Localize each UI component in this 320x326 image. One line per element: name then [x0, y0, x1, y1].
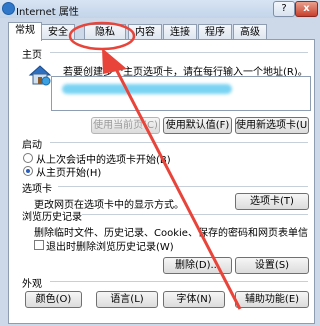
help-button[interactable]: ?: [273, 1, 295, 17]
tabs-section-title: 选项卡: [22, 184, 52, 195]
internet-options-icon: [2, 2, 15, 15]
use-new-tab-button[interactable]: 使用新选项卡(U): [235, 117, 309, 134]
startup-section-title: 启动: [22, 140, 42, 151]
homepage-section-title: 主页: [22, 50, 42, 61]
history-divider: [82, 214, 308, 215]
radio-homepage-label: 从主页开始(H): [36, 168, 102, 179]
history-section-title: 浏览历史记录: [22, 212, 82, 223]
homepage-divider: [50, 52, 308, 53]
startup-divider: [50, 142, 308, 143]
radio-homepage[interactable]: [23, 166, 33, 176]
tab-connections[interactable]: 连接: [163, 24, 197, 40]
tabs-divider: [58, 186, 308, 187]
tab-programs[interactable]: 程序: [198, 24, 232, 40]
tab-security[interactable]: 安全: [41, 24, 75, 40]
colors-button[interactable]: 颜色(O): [25, 291, 82, 308]
tab-advanced[interactable]: 高级: [233, 24, 267, 40]
use-default-button[interactable]: 使用默认值(F): [163, 117, 232, 134]
title-bar: Internet 属性 ? x: [0, 0, 318, 18]
tab-privacy[interactable]: 隐私: [84, 24, 126, 40]
redacted-url: [62, 84, 232, 94]
delete-on-exit-label: 退出时删除浏览历史记录(W): [46, 242, 174, 253]
window-title: Internet 属性: [16, 7, 79, 18]
history-description: 删除临时文件、历史记录、Cookie、保存的密码和网页表单信息。: [34, 228, 308, 239]
radio-last-session[interactable]: [23, 153, 33, 163]
tab-general[interactable]: 常规: [8, 22, 42, 41]
languages-button[interactable]: 语言(L): [96, 291, 158, 308]
fonts-button[interactable]: 字体(N): [163, 291, 225, 308]
use-current-button[interactable]: 使用当前页(C): [91, 117, 160, 134]
tabs-button[interactable]: 选项卡(T): [235, 193, 309, 210]
tab-strip: 常规 安全 隐私 内容 连接 程序 高级: [8, 22, 308, 41]
tab-content[interactable]: 内容: [128, 24, 162, 40]
close-button[interactable]: x: [295, 1, 318, 17]
accessibility-button[interactable]: 辅助功能(E): [235, 291, 309, 308]
appearance-section-title: 外观: [22, 279, 42, 290]
history-settings-button[interactable]: 设置(S): [235, 257, 309, 274]
delete-button[interactable]: 删除(D)...: [163, 257, 232, 274]
appearance-divider: [50, 281, 308, 282]
homepage-url-field[interactable]: [51, 76, 311, 111]
delete-on-exit-checkbox[interactable]: [34, 240, 44, 250]
house-icon: [28, 65, 52, 86]
